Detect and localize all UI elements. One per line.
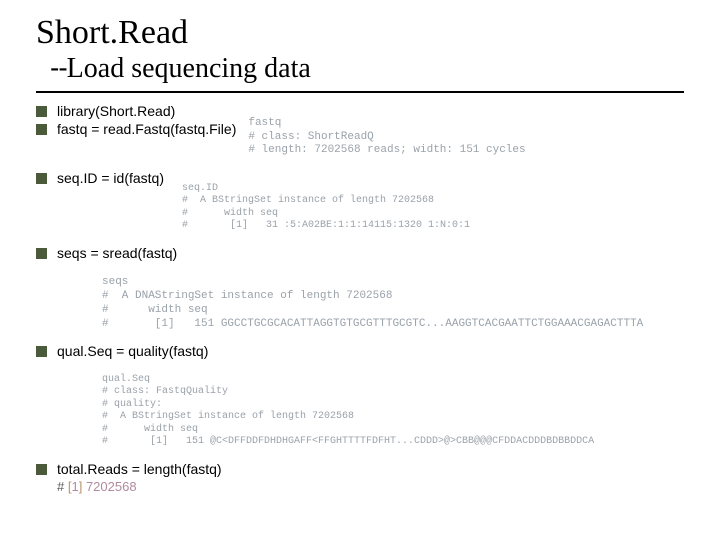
bullet-item-library: library(Short.Read) <box>36 103 236 119</box>
square-bullet-icon <box>36 248 47 259</box>
square-bullet-icon <box>36 124 47 135</box>
square-bullet-icon <box>36 106 47 117</box>
console-output-total: # [1] 7202568 <box>57 479 684 496</box>
subtitle-text: Load sequencing data <box>67 53 311 84</box>
code-text: qual.Seq = quality(fastq) <box>57 343 208 359</box>
code-text: fastq = read.Fastq(fastq.File) <box>57 121 236 137</box>
bullet-item-seqs: seqs = sread(fastq) <box>36 245 684 261</box>
bullet-item-read-fastq: fastq = read.Fastq(fastq.File) <box>36 121 236 137</box>
slide-body: library(Short.Read) fastq = read.Fastq(f… <box>36 103 684 496</box>
slide-subtitle: --Load sequencing data <box>50 53 684 85</box>
square-bullet-icon <box>36 173 47 184</box>
code-text: library(Short.Read) <box>57 103 175 119</box>
square-bullet-icon <box>36 346 47 357</box>
console-output-fastq: fastq # class: ShortReadQ # length: 7202… <box>248 103 525 158</box>
console-output-qualseq: qual.Seq # class: FastqQuality # quality… <box>102 361 684 449</box>
console-output-seqs: seqs # A DNAStringSet instance of length… <box>102 263 684 332</box>
bullet-item-qualseq: qual.Seq = quality(fastq) <box>36 343 684 359</box>
code-text: total.Reads = length(fastq) <box>57 461 222 477</box>
subtitle-dashes: -- <box>50 52 67 83</box>
slide: Short.Read --Load sequencing data librar… <box>0 0 720 540</box>
bullet-item-totalreads: total.Reads = length(fastq) <box>36 461 684 477</box>
console-output-seqid: seq.ID # A BStringSet instance of length… <box>182 170 470 233</box>
code-text: seqs = sread(fastq) <box>57 245 177 261</box>
bullet-item-seqid: seq.ID = id(fastq) <box>36 170 164 186</box>
code-text: seq.ID = id(fastq) <box>57 170 164 186</box>
title-rule <box>36 91 684 93</box>
square-bullet-icon <box>36 464 47 475</box>
slide-title: Short.Read <box>36 14 684 51</box>
